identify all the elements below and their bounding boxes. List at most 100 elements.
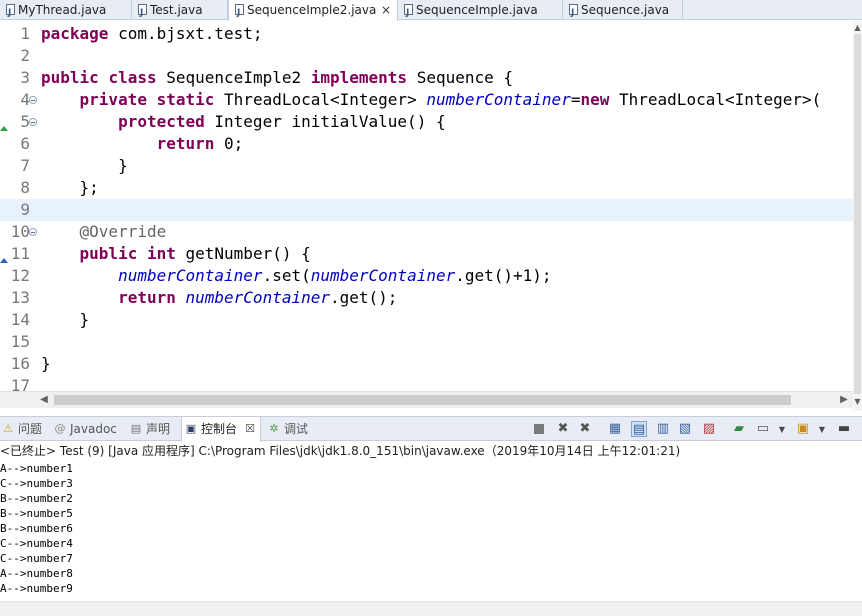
scroll-down-icon[interactable]: ▼ [853, 397, 862, 407]
line-number: 7 [20, 156, 30, 175]
tab-label: 问题 [18, 422, 43, 436]
minimize-icon[interactable]: ▬ [836, 421, 852, 437]
tab-javadoc[interactable]: @ Javadoc [52, 417, 122, 441]
code-line[interactable]: 6 return 0; [0, 133, 853, 155]
tab-label: Javadoc [70, 422, 117, 436]
chevron-down-icon[interactable]: ▼ [774, 421, 790, 437]
console-line: C-->number7 [0, 552, 73, 565]
code-editor[interactable]: 1 package com.bjsxt.test; 2 3 public cla… [0, 21, 853, 391]
fold-collapse-icon[interactable] [29, 228, 37, 236]
code-line[interactable]: 10 @Override [0, 221, 853, 243]
line-number: 15 [10, 332, 30, 351]
fold-collapse-icon[interactable] [29, 96, 37, 104]
pin-console-icon[interactable]: ▰ [731, 421, 747, 437]
tab-declaration[interactable]: ▤ 声明 [128, 417, 180, 441]
tab-label: Sequence.java [581, 3, 670, 17]
line-number: 2 [20, 46, 30, 65]
fold-collapse-icon[interactable] [29, 118, 37, 126]
code-line[interactable]: 14 } [0, 309, 853, 331]
code-line[interactable]: 3 public class SequenceImple2 implements… [0, 67, 853, 89]
tab-sequenceimple2[interactable]: SequenceImple2.java × [228, 0, 398, 23]
field-numbercontainer: numberContainer [426, 90, 571, 109]
tab-sequenceimple[interactable]: SequenceImple.java [398, 0, 563, 23]
console-line: A-->number9 [0, 582, 73, 595]
code-line[interactable]: 4 private static ThreadLocal<Integer> nu… [0, 89, 853, 111]
threadlocal-constructor: ThreadLocal<Integer>( [609, 90, 822, 109]
scrollbar-thumb[interactable] [854, 34, 861, 394]
tab-test[interactable]: Test.java [132, 0, 228, 23]
field-numbercontainer: numberContainer [118, 266, 263, 285]
show-on-output-icon[interactable]: ▧ [677, 421, 693, 437]
console-line: A-->number8 [0, 567, 73, 580]
tab-problems[interactable]: ⚠ 问题 [0, 417, 50, 441]
scrollbar-thumb[interactable] [54, 395, 791, 405]
word-wrap-icon[interactable]: ▥ [655, 421, 671, 437]
tab-label: 声明 [146, 422, 171, 436]
tab-debug[interactable]: ✲ 调试 [266, 417, 326, 441]
code-line[interactable]: 16 } [0, 353, 853, 375]
scroll-up-icon[interactable]: ▲ [853, 23, 862, 33]
console-line: C-->number3 [0, 477, 73, 490]
code-line[interactable]: 8 }; [0, 177, 853, 199]
keyword-private: private [79, 90, 147, 109]
editor-horizontal-scrollbar[interactable]: ◀ ▶ [0, 391, 853, 408]
code-line[interactable]: 17 [0, 375, 853, 391]
chevron-down-icon[interactable]: ▼ [814, 421, 830, 437]
code-line[interactable]: 11 public int getNumber() { [0, 243, 853, 265]
remove-all-launches-icon[interactable]: ✖ [577, 421, 593, 437]
console-horizontal-scrollbar[interactable] [0, 601, 862, 616]
clear-console-icon[interactable]: ▦ [607, 421, 623, 437]
code-line[interactable]: 13 return numberContainer.get(); [0, 287, 853, 309]
closing-brace: } [79, 310, 90, 329]
show-on-error-icon[interactable]: ▨ [701, 421, 717, 437]
debug-icon: ✲ [269, 422, 279, 435]
line-number: 13 [10, 288, 30, 307]
code-line-current[interactable]: 9 [0, 199, 853, 221]
terminate-icon[interactable] [531, 421, 547, 437]
scroll-right-icon[interactable]: ▶ [838, 392, 850, 408]
code-line[interactable]: 1 package com.bjsxt.test; [0, 23, 853, 45]
field-numbercontainer: numberContainer [185, 288, 331, 307]
line-number: 12 [10, 266, 30, 285]
code-line[interactable]: 12 numberContainer.set(numberContainer.g… [0, 265, 853, 287]
console-line: A-->number1 [0, 462, 73, 475]
console-line: B-->number6 [0, 522, 73, 535]
threadlocal-type: ThreadLocal<Integer> [214, 90, 427, 109]
keyword-public: public [41, 68, 99, 87]
display-console-icon[interactable]: ▭ [755, 421, 771, 437]
override-annotation: @Override [79, 222, 167, 241]
code-line[interactable]: 2 [0, 45, 853, 67]
views-tab-bar: ⚠ 问题 @ Javadoc ▤ 声明 ▣ 控制台 ☒ ✲ 调试 ✖ ✖ ▦ ▤… [0, 416, 862, 442]
scroll-lock-icon[interactable]: ▤ [631, 421, 647, 437]
line-number: 11 [10, 244, 30, 263]
line-number: 6 [20, 134, 30, 153]
code-line[interactable]: 15 [0, 331, 853, 353]
editor-vertical-scrollbar[interactable]: ▲ ▼ [853, 21, 862, 411]
tab-mythread[interactable]: MyThread.java [0, 0, 132, 23]
scroll-left-icon[interactable]: ◀ [38, 392, 50, 408]
tab-label: SequenceImple.java [416, 3, 538, 17]
keyword-return: return [118, 288, 176, 307]
remove-launch-icon[interactable]: ✖ [555, 421, 571, 437]
console-output[interactable]: A-->number1 C-->number3 B-->number2 B-->… [0, 461, 862, 601]
keyword-public: public [79, 244, 138, 263]
code-line[interactable]: 7 } [0, 155, 853, 177]
declaration-icon: ▤ [130, 422, 142, 435]
java-file-icon [569, 3, 578, 23]
keyword-class: class [108, 68, 157, 87]
editor-tab-bar: MyThread.java Test.java SequenceImple2.j… [0, 0, 862, 23]
open-console-icon[interactable]: ▣ [795, 421, 811, 437]
console-line: B-->number2 [0, 492, 73, 505]
initialvalue-signature: Integer initialValue() { [204, 112, 446, 131]
get-plus-one: .get()+1); [455, 266, 552, 285]
code-line[interactable]: 5 protected Integer initialValue() { [0, 111, 853, 133]
java-file-icon [404, 3, 413, 23]
close-tab-icon[interactable]: ☒ [244, 423, 256, 435]
console-icon: ▣ [185, 422, 197, 435]
tab-sequence[interactable]: Sequence.java [563, 0, 683, 23]
keyword-new: new [580, 90, 610, 109]
line-number: 16 [10, 354, 30, 373]
close-tab-icon[interactable]: × [381, 0, 391, 20]
tab-console[interactable]: ▣ 控制台 ☒ [181, 417, 261, 442]
keyword-int: int [146, 244, 176, 263]
